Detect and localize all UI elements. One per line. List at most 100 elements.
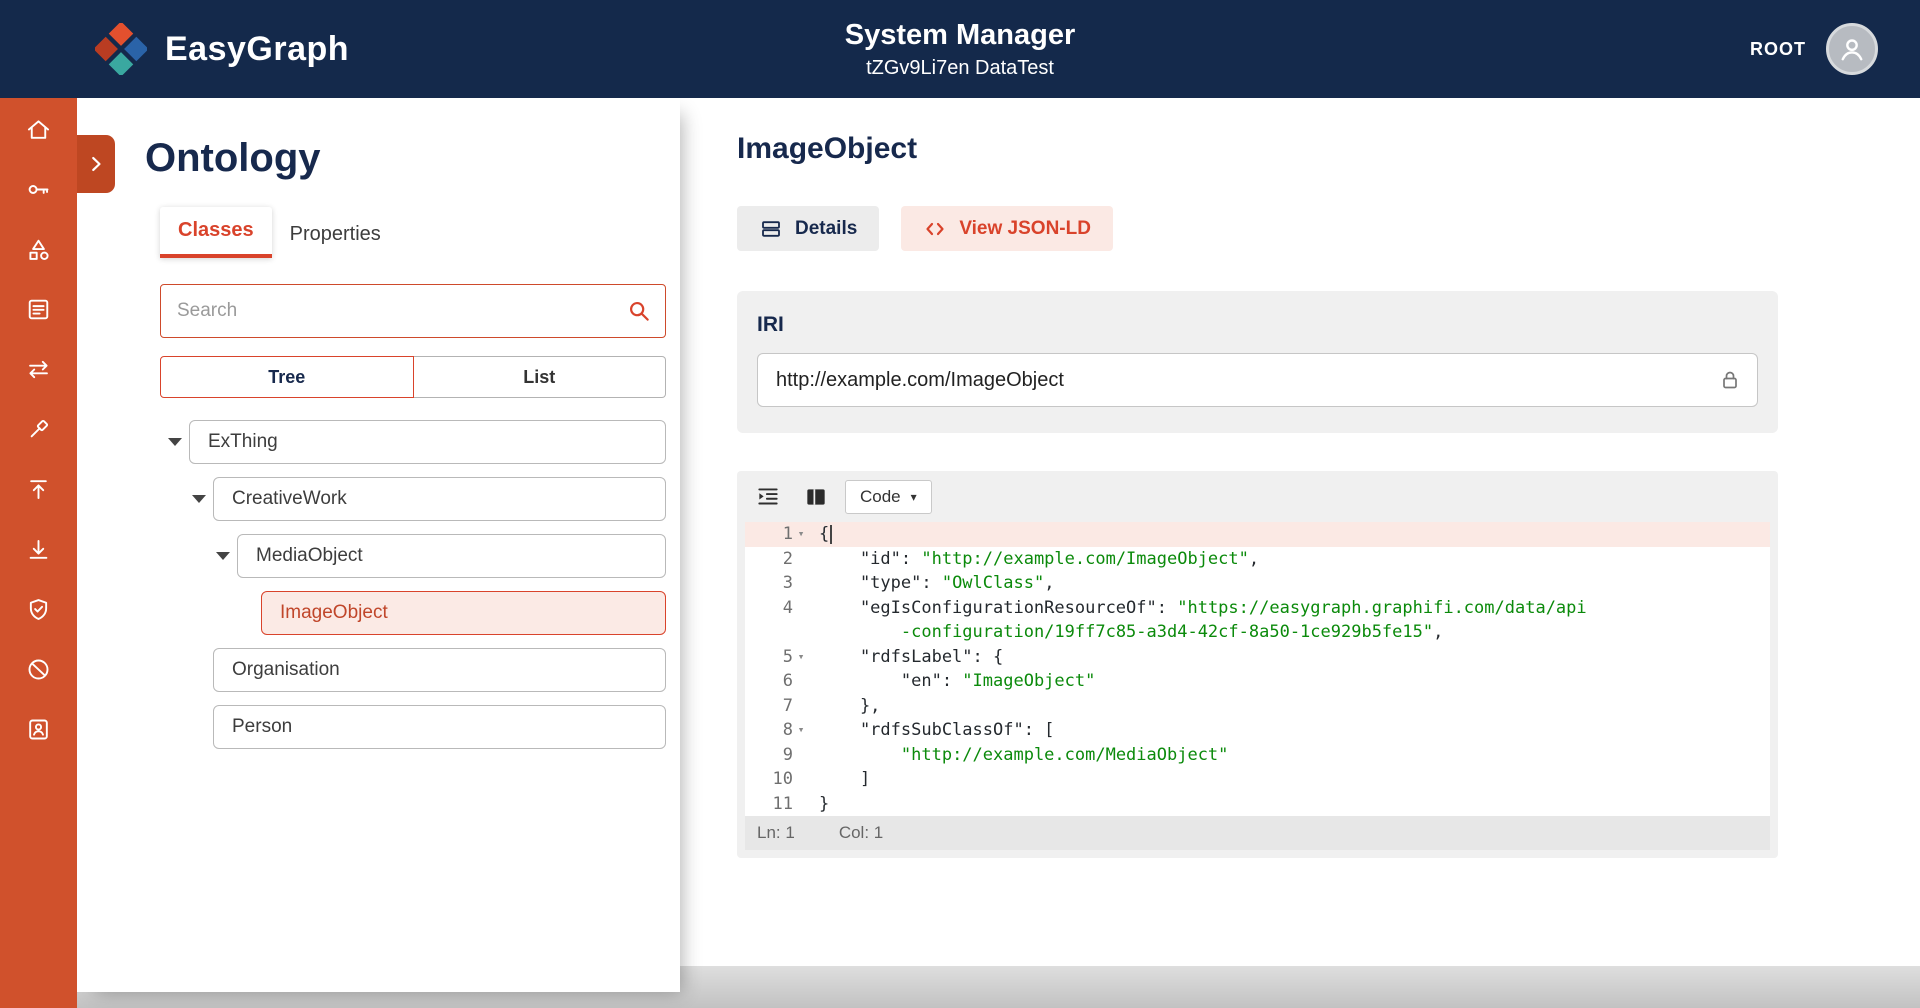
brand-name: EasyGraph (165, 30, 349, 69)
code-text: "rdfsLabel": { (809, 645, 1003, 670)
sidebar-item-home[interactable] (25, 116, 52, 143)
editor-line[interactable]: 5▾ "rdfsLabel": { (745, 645, 1770, 670)
ontology-panel: Ontology Classes Properties Tree List Ex… (77, 98, 680, 992)
code-text: "id": "http://example.com/ImageObject", (809, 547, 1259, 572)
sidebar-item-form[interactable] (25, 296, 52, 323)
sidebar-item-key[interactable] (25, 176, 52, 203)
tree-node-exthing[interactable]: ExThing (189, 420, 666, 464)
code-icon (923, 217, 947, 241)
tab-classes[interactable]: Classes (160, 207, 272, 258)
line-number: 10 (773, 767, 793, 792)
line-gutter: ▾ (745, 620, 809, 645)
tab-properties[interactable]: Properties (272, 211, 399, 258)
sidebar-item-shapes[interactable] (25, 236, 52, 263)
line-number: 1 (783, 522, 793, 547)
editor-line-wrap[interactable]: ▾ -configuration/19ff7c85-a3d4-42cf-8a50… (745, 620, 1770, 645)
line-number: 3 (783, 571, 793, 596)
line-gutter: 4▾ (745, 596, 809, 621)
code-text: } (809, 792, 829, 817)
chevron-down-icon: ▾ (911, 490, 917, 504)
tree-expand-caret-icon[interactable] (208, 552, 237, 560)
detail-actions: Details View JSON-LD (737, 206, 1778, 251)
code-editor[interactable]: 1▾{2▾ "id": "http://example.com/ImageObj… (745, 522, 1770, 816)
sidebar-item-upload[interactable] (25, 476, 52, 503)
line-gutter: 3▾ (745, 571, 809, 596)
editor-line[interactable]: 10▾ ] (745, 767, 1770, 792)
view-toggle-tree[interactable]: Tree (160, 356, 414, 398)
sidebar-item-blocked[interactable] (25, 656, 52, 683)
line-gutter: 7▾ (745, 694, 809, 719)
tree-expand-caret-icon[interactable] (184, 495, 213, 503)
tree-node-creativework[interactable]: CreativeWork (213, 477, 666, 521)
code-text: }, (809, 694, 880, 719)
status-line: Ln: 1 (757, 823, 795, 843)
code-text: { (809, 522, 832, 547)
code-text: "http://example.com/MediaObject" (809, 743, 1228, 768)
swap-arrows-icon (25, 356, 52, 383)
view-toggle-list[interactable]: List (414, 356, 667, 398)
editor-line[interactable]: 1▾{ (745, 522, 1770, 547)
editor-line[interactable]: 7▾ }, (745, 694, 1770, 719)
shapes-icon (25, 236, 52, 263)
sidebar-item-hammer[interactable] (25, 416, 52, 443)
home-icon (25, 116, 52, 143)
tree-row: Organisation (160, 648, 666, 692)
tree-node-person[interactable]: Person (213, 705, 666, 749)
fold-toggle-icon[interactable]: ▾ (793, 522, 809, 547)
class-tree: ExThing CreativeWork MediaObject ImageObjec… (160, 420, 666, 749)
search-icon[interactable] (626, 298, 652, 324)
lock-icon (1718, 368, 1742, 392)
upload-icon (25, 476, 52, 503)
chevron-right-icon (85, 153, 107, 175)
sidebar-item-swap-arrows[interactable] (25, 356, 52, 383)
view-json-ld-button[interactable]: View JSON-LD (901, 206, 1113, 251)
sidebar-item-download[interactable] (25, 536, 52, 563)
user-block: ROOT (1750, 23, 1878, 75)
tree-row: CreativeWork (160, 477, 666, 521)
tree-node-imageobject[interactable]: ImageObject (261, 591, 666, 635)
editor-line[interactable]: 11▾} (745, 792, 1770, 817)
detail-panel: ImageObject Details View JSON-LD IRI (737, 98, 1778, 858)
split-view-button[interactable] (797, 481, 835, 513)
easygraph-logo-icon (95, 23, 147, 75)
tree-expand-caret-icon[interactable] (160, 438, 189, 446)
iri-input[interactable] (757, 353, 1758, 407)
line-gutter: 5▾ (745, 645, 809, 670)
sidebar-expand-button[interactable] (77, 135, 115, 193)
editor-line[interactable]: 8▾ "rdfsSubClassOf": [ (745, 718, 1770, 743)
editor-line[interactable]: 3▾ "type": "OwlClass", (745, 571, 1770, 596)
user-avatar[interactable] (1826, 23, 1878, 75)
line-number: 11 (773, 792, 793, 817)
sidebar-item-contact-badge[interactable] (25, 716, 52, 743)
code-text: "en": "ImageObject" (809, 669, 1095, 694)
hammer-icon (25, 416, 52, 443)
tree-node-mediaobject[interactable]: MediaObject (237, 534, 666, 578)
sidebar-item-shield-check[interactable] (25, 596, 52, 623)
line-number: 7 (783, 694, 793, 719)
iri-field (757, 353, 1758, 407)
tree-row: MediaObject (160, 534, 666, 578)
format-indent-button[interactable] (749, 481, 787, 513)
iri-card: IRI (737, 291, 1778, 433)
search-input[interactable] (160, 284, 666, 338)
tree-node-organisation[interactable]: Organisation (213, 648, 666, 692)
view-toggle: Tree List (160, 356, 666, 398)
status-col: Col: 1 (839, 823, 883, 843)
fold-toggle-icon[interactable]: ▾ (793, 645, 809, 670)
line-number: 8 (783, 718, 793, 743)
details-button[interactable]: Details (737, 206, 879, 251)
editor-line[interactable]: 2▾ "id": "http://example.com/ImageObject… (745, 547, 1770, 572)
tree-row: Person (160, 705, 666, 749)
line-gutter: 6▾ (745, 669, 809, 694)
app-title: System Manager (845, 19, 1076, 52)
ontology-panel-title: Ontology (145, 136, 680, 181)
line-gutter: 10▾ (745, 767, 809, 792)
form-icon (25, 296, 52, 323)
editor-line[interactable]: 4▾ "egIsConfigurationResourceOf": "https… (745, 596, 1770, 621)
editor-line[interactable]: 9▾ "http://example.com/MediaObject" (745, 743, 1770, 768)
brand[interactable]: EasyGraph (95, 23, 349, 75)
editor-mode-dropdown[interactable]: Code ▾ (845, 480, 932, 514)
fold-toggle-icon[interactable]: ▾ (793, 718, 809, 743)
blocked-icon (25, 656, 52, 683)
editor-line[interactable]: 6▾ "en": "ImageObject" (745, 669, 1770, 694)
